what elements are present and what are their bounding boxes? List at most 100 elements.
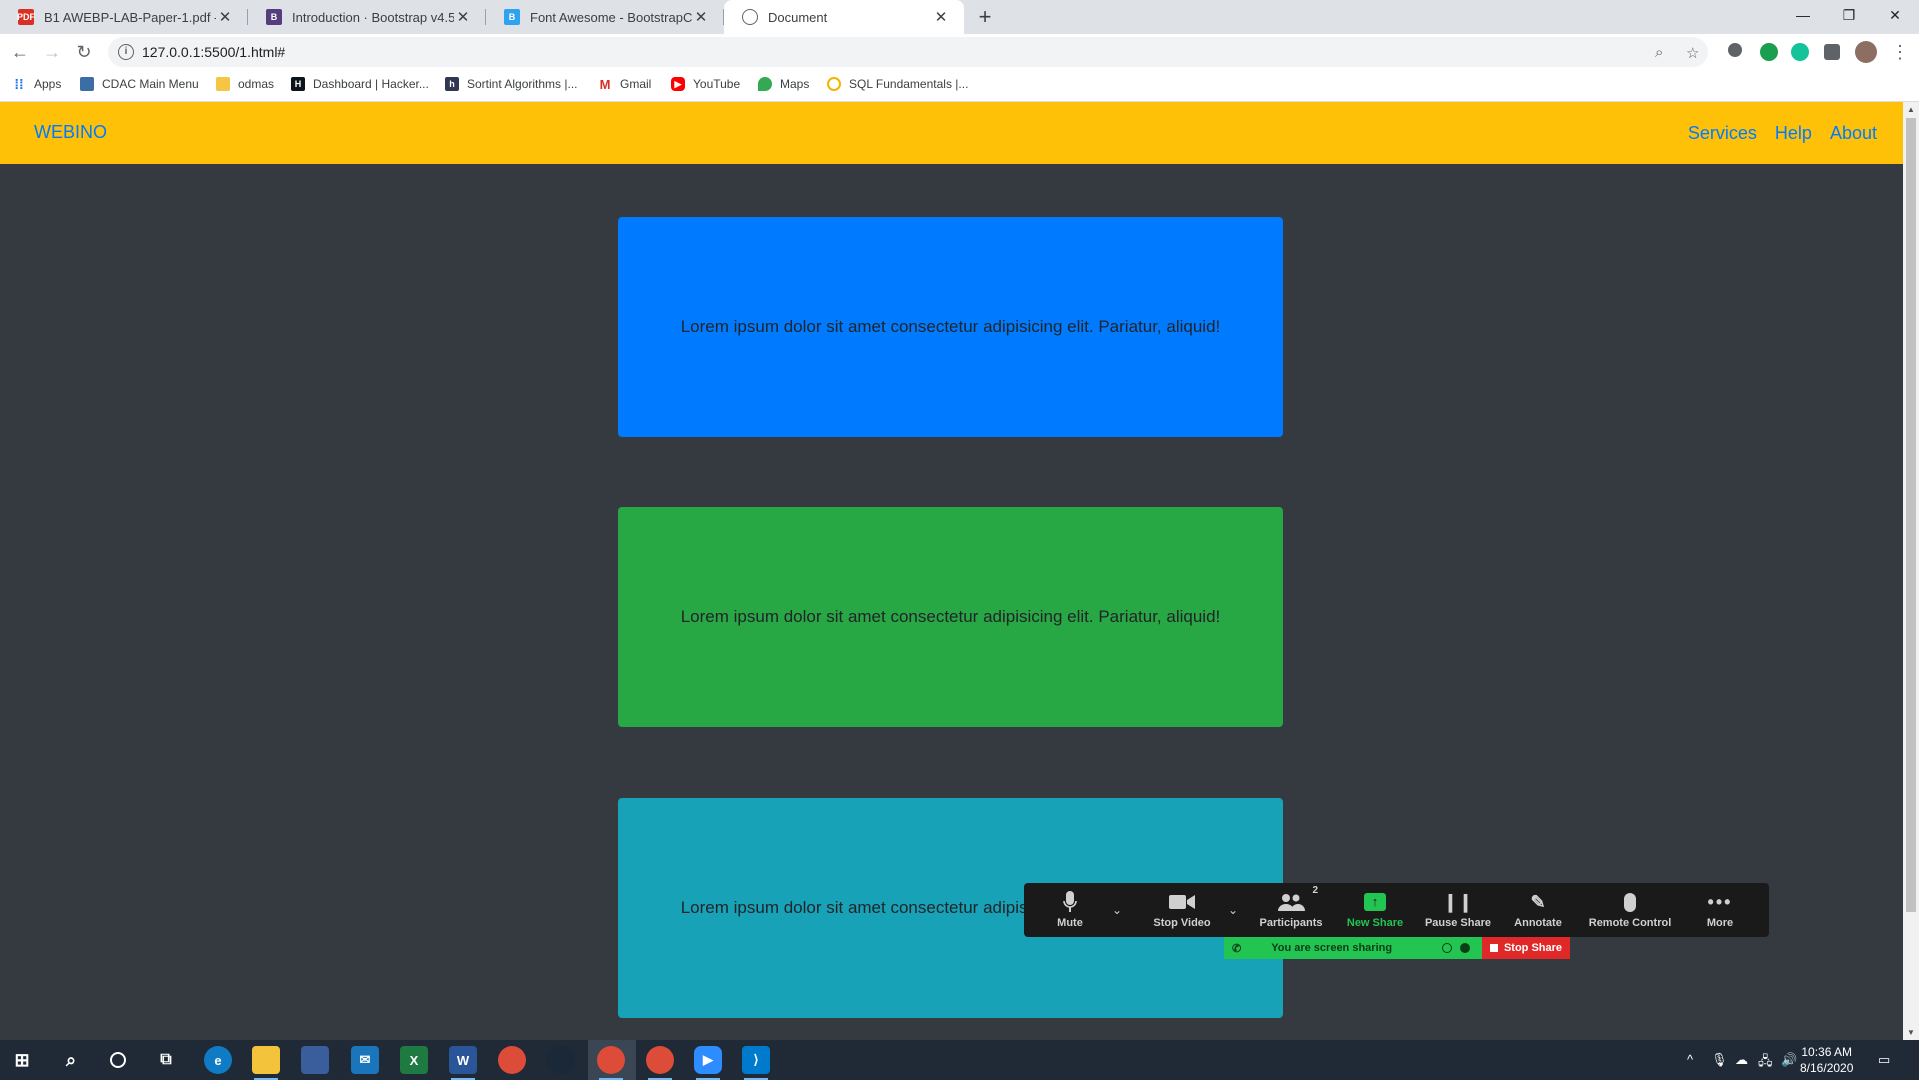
cortana-icon[interactable]	[104, 1046, 132, 1074]
remote-control-label: Remote Control	[1588, 917, 1672, 929]
word-icon[interactable]: W	[449, 1046, 477, 1080]
address-bar[interactable]: i 127.0.0.1:5500/1.html# ⌕ ☆	[108, 37, 1708, 67]
tab-title: B1 AWEBP-LAB-Paper-1.pdf - Go	[44, 9, 216, 25]
minimize-icon[interactable]: —	[1780, 0, 1826, 30]
apps-grid-icon: ⁞⁞	[14, 76, 24, 92]
new-tab-button[interactable]: +	[972, 4, 998, 30]
volume-icon[interactable]: 🔊	[1781, 1052, 1797, 1068]
notifications-icon[interactable]: ▭	[1878, 1052, 1890, 1068]
puzzle-icon[interactable]	[1824, 44, 1840, 60]
bookmark-apps[interactable]: ⁞⁞ Apps	[12, 76, 62, 92]
clock-date: 8/16/2020	[1800, 1061, 1854, 1075]
scroll-up-icon[interactable]: ▲	[1907, 105, 1915, 114]
sharing-indicator[interactable]: ✆ You are screen sharing	[1224, 937, 1482, 959]
nav-links: Services Help About	[1688, 123, 1877, 144]
chevron-down-icon[interactable]: ⌄	[1112, 903, 1122, 917]
participants-icon: 2	[1252, 885, 1330, 915]
chrome-active-icon[interactable]	[597, 1046, 625, 1080]
tab-font-awesome[interactable]: B Font Awesome - BootstrapCDN b ✕	[486, 0, 724, 34]
scrollbar-thumb[interactable]	[1906, 118, 1916, 912]
more-button[interactable]: ••• More	[1690, 889, 1750, 930]
file-explorer-icon[interactable]	[252, 1046, 280, 1080]
restore-icon[interactable]: ❐	[1826, 0, 1872, 30]
forward-icon[interactable]: →	[38, 38, 66, 66]
chevron-down-icon[interactable]: ⌄	[1228, 903, 1238, 917]
back-icon[interactable]: ←	[6, 38, 34, 66]
shield-check-icon	[1460, 943, 1470, 953]
close-window-icon[interactable]: ✕	[1872, 0, 1918, 30]
folder-icon	[216, 77, 230, 91]
bookmark-label: Sortint Algorithms |...	[467, 77, 578, 91]
windows-start-icon[interactable]: ⊞	[8, 1046, 36, 1074]
excel-icon[interactable]: X	[400, 1046, 428, 1074]
close-icon[interactable]: ✕	[692, 8, 710, 26]
bookmark-star-icon[interactable]: ☆	[1686, 44, 1699, 62]
store-icon[interactable]	[301, 1046, 329, 1074]
site-navbar: WEBINO Services Help About	[0, 102, 1903, 164]
tab-bootstrap-intro[interactable]: B Introduction · Bootstrap v4.5 ✕	[248, 0, 486, 34]
tab-document[interactable]: Document ✕	[724, 0, 964, 34]
stop-square-icon	[1489, 944, 1498, 952]
nav-link-help[interactable]: Help	[1775, 123, 1812, 144]
site-info-icon[interactable]: i	[118, 44, 134, 60]
clock-time: 10:36 AM	[1801, 1045, 1853, 1059]
reload-icon[interactable]: ↻	[70, 38, 98, 66]
participants-button[interactable]: 2 Participants	[1252, 885, 1330, 929]
search-icon[interactable]: ⌕	[57, 1046, 85, 1074]
mail-icon[interactable]: ✉	[351, 1046, 379, 1074]
box-text: Lorem ipsum dolor sit amet consectetur a…	[680, 607, 1221, 626]
menu-kebab-icon[interactable]: ⋮	[1886, 38, 1914, 66]
browser-tab-strip: PDF B1 AWEBP-LAB-Paper-1.pdf - Go ✕ B In…	[0, 0, 1919, 34]
close-icon[interactable]: ✕	[216, 8, 234, 26]
grammarly-icon[interactable]	[1760, 43, 1778, 61]
steam-icon[interactable]	[547, 1046, 575, 1074]
new-share-button[interactable]: ↑ New Share	[1342, 889, 1408, 929]
annotate-button[interactable]: ✎ Annotate	[1508, 889, 1568, 930]
task-view-icon[interactable]: ⧉	[152, 1046, 180, 1074]
maps-icon	[758, 77, 772, 91]
extension-icon[interactable]	[1728, 43, 1742, 57]
nav-link-services[interactable]: Services	[1688, 123, 1757, 144]
bookmark-label: SQL Fundamentals |...	[849, 77, 969, 91]
bookmark-label: YouTube	[693, 77, 741, 91]
zoom-icon[interactable]: ⌕	[1655, 44, 1663, 61]
edge-icon[interactable]: e	[204, 1046, 232, 1074]
remote-control-button[interactable]: Remote Control	[1584, 889, 1676, 929]
vertical-scrollbar[interactable]: ▲ ▼	[1903, 102, 1919, 1040]
extension-g-icon[interactable]	[1791, 43, 1809, 61]
gmail-icon: M	[599, 76, 611, 92]
bookmark-label: Dashboard | Hacker...	[313, 77, 429, 91]
bookmark-maps[interactable]: Maps	[758, 77, 809, 91]
bookmark-gmail[interactable]: M Gmail	[598, 76, 652, 92]
pause-share-button[interactable]: ❙❙ Pause Share	[1422, 889, 1494, 930]
zoom-app-icon[interactable]: ▶	[694, 1046, 722, 1080]
stop-video-button[interactable]: Stop Video	[1142, 889, 1222, 929]
sharing-status-text: You are screen sharing	[1271, 942, 1393, 954]
bookmark-cdac[interactable]: CDAC Main Menu	[80, 77, 199, 91]
close-icon[interactable]: ✕	[932, 8, 950, 26]
chrome-icon[interactable]	[498, 1046, 526, 1074]
avatar[interactable]	[1855, 41, 1877, 63]
bookmark-sorting[interactable]: h Sortint Algorithms |...	[445, 77, 578, 91]
tab-pdf[interactable]: PDF B1 AWEBP-LAB-Paper-1.pdf - Go ✕	[0, 0, 248, 34]
mute-button[interactable]: Mute	[1040, 889, 1100, 929]
stop-share-button[interactable]: Stop Share	[1482, 937, 1570, 959]
bookmark-hackerrank[interactable]: H Dashboard | Hacker...	[291, 77, 429, 91]
bookmark-youtube[interactable]: ▶ YouTube	[671, 77, 740, 91]
scroll-down-icon[interactable]: ▼	[1907, 1028, 1915, 1037]
onedrive-icon[interactable]: ☁	[1735, 1052, 1748, 1068]
vscode-icon[interactable]: ⟩	[742, 1046, 770, 1080]
bookmark-sql[interactable]: SQL Fundamentals |...	[827, 77, 968, 91]
pencil-icon: ✎	[1530, 891, 1546, 912]
bookmark-label: Apps	[34, 77, 62, 91]
nav-link-about[interactable]: About	[1830, 123, 1877, 144]
system-clock[interactable]: 10:36 AM 8/16/2020	[1800, 1044, 1853, 1076]
chrome-profile-icon[interactable]	[646, 1046, 674, 1080]
microphone-tray-icon[interactable]: 🎙	[1711, 1052, 1728, 1068]
bookmark-odmas[interactable]: odmas	[216, 77, 274, 91]
tray-overflow-icon[interactable]: ^	[1687, 1052, 1693, 1067]
close-icon[interactable]: ✕	[454, 8, 472, 26]
navbar-brand[interactable]: WEBINO	[34, 122, 107, 143]
network-icon[interactable]: 🖧	[1758, 1052, 1773, 1074]
globe-icon	[742, 9, 758, 25]
